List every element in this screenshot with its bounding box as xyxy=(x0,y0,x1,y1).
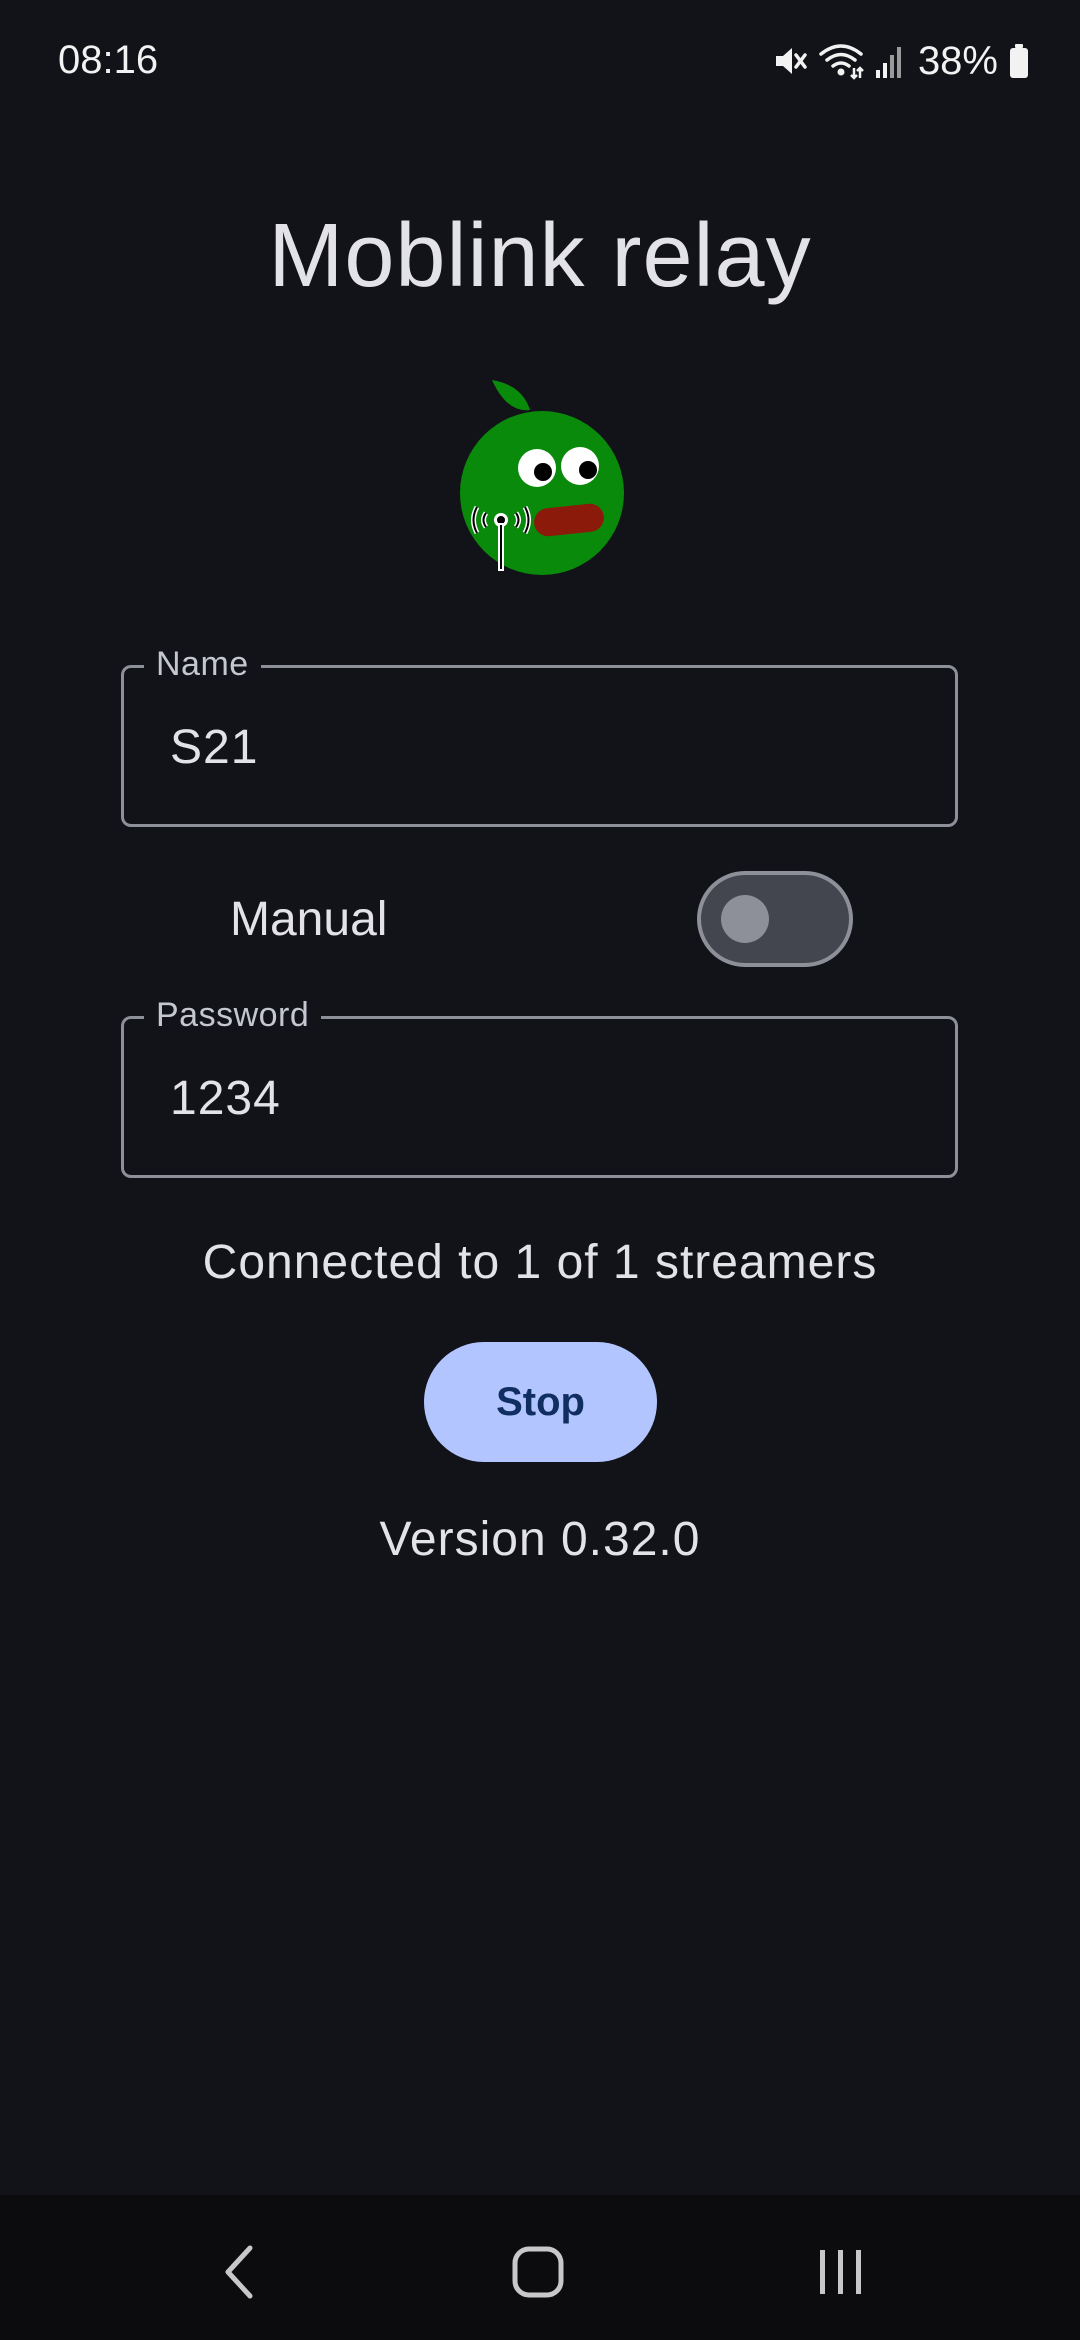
password-field-label: Password xyxy=(144,996,322,1035)
name-field-label: Name xyxy=(144,645,261,684)
password-field[interactable]: Password xyxy=(121,996,958,1178)
moblink-logo-icon xyxy=(452,375,632,575)
status-bar: 08:16 38% xyxy=(0,0,1080,120)
screen: 08:16 38% Moblink relay Name S21 Manual … xyxy=(0,0,1080,2340)
stop-button[interactable]: Stop xyxy=(424,1342,657,1462)
navigation-bar xyxy=(0,2195,1080,2340)
recents-icon[interactable] xyxy=(801,2237,881,2307)
name-input[interactable] xyxy=(170,720,910,775)
status-time: 08:16 xyxy=(58,38,159,82)
battery-icon xyxy=(1008,43,1030,79)
battery-percentage: 38% xyxy=(917,38,998,83)
wifi-icon xyxy=(818,42,864,80)
password-input[interactable] xyxy=(170,1071,910,1126)
signal-icon xyxy=(874,44,904,78)
name-field[interactable]: Name xyxy=(121,645,958,827)
manual-switch[interactable] xyxy=(697,871,853,967)
app-title: Moblink relay xyxy=(268,206,812,306)
mute-icon xyxy=(772,43,808,79)
connection-status: Connected to 1 of 1 streamers xyxy=(202,1236,878,1289)
status-icons: 38% xyxy=(772,36,1030,86)
manual-switch-thumb xyxy=(721,895,769,943)
version-text: Version 0.32.0 xyxy=(379,1513,701,1566)
home-icon[interactable] xyxy=(498,2237,578,2307)
back-icon[interactable] xyxy=(200,2237,280,2307)
manual-label: Manual xyxy=(230,893,388,946)
